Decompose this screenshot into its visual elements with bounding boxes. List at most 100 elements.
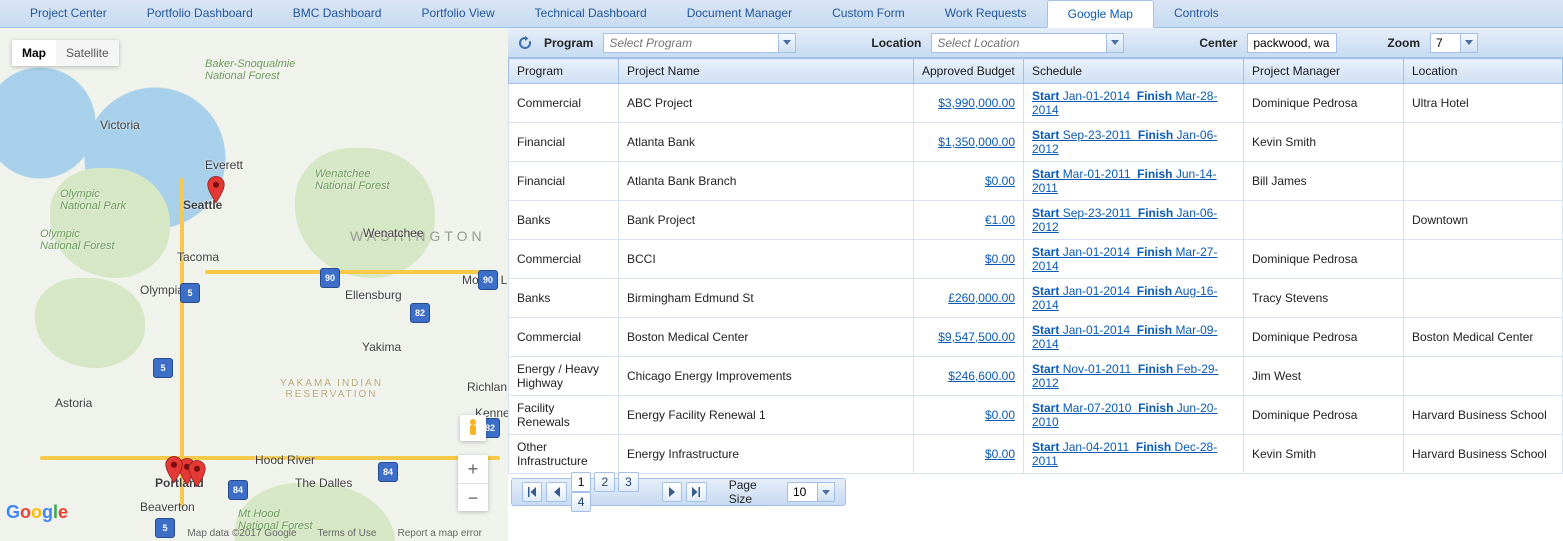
budget-link[interactable]: £260,000.00 (948, 291, 1015, 305)
pager-page-2[interactable]: 2 (594, 472, 615, 492)
budget-link[interactable]: $0.00 (985, 408, 1015, 422)
column-header[interactable]: Approved Budget (914, 59, 1024, 84)
table-row[interactable]: BanksBank Project €1.00 Start Sep-23-2011 … (509, 201, 1563, 240)
tab-google-map[interactable]: Google Map (1047, 0, 1154, 28)
cell-manager: Kevin Smith (1244, 123, 1404, 162)
zoom-select[interactable] (1430, 33, 1478, 53)
data-panel: Program Location Center Zoom Pro (508, 28, 1563, 541)
cell-manager: Dominique Pedrosa (1244, 84, 1404, 123)
map-canvas[interactable] (0, 28, 508, 541)
pager-next-button[interactable] (662, 482, 682, 502)
location-select[interactable] (931, 33, 1124, 53)
table-row[interactable]: Energy / Heavy HighwayChicago Energy Imp… (509, 357, 1563, 396)
cell-budget: $1,350,000.00 (914, 123, 1024, 162)
page-size-label: Page Size (729, 478, 779, 506)
tab-project-center[interactable]: Project Center (10, 0, 127, 27)
location-input[interactable] (931, 33, 1106, 53)
page-size-input[interactable] (787, 482, 817, 502)
schedule-link[interactable]: Start Mar-07-2010 Finish Jun-20-2010 (1032, 401, 1217, 429)
table-row[interactable]: FinancialAtlanta Bank$1,350,000.00Start … (509, 123, 1563, 162)
city-beaverton: Beaverton (140, 500, 195, 514)
pager-first-button[interactable] (522, 482, 542, 502)
schedule-link[interactable]: Start Nov-01-2011 Finish Feb-29-2012 (1032, 362, 1219, 390)
map-panel[interactable]: Map Satellite WASHINGTON Victoria Baker-… (0, 28, 508, 541)
budget-link[interactable]: $246,600.00 (948, 369, 1015, 383)
table-row[interactable]: Facility RenewalsEnergy Facility Renewal… (509, 396, 1563, 435)
table-row[interactable]: BanksBirmingham Edmund St£260,000.00Star… (509, 279, 1563, 318)
budget-link[interactable]: $0.00 (985, 252, 1015, 266)
tab-bmc-dashboard[interactable]: BMC Dashboard (273, 0, 402, 27)
budget-link[interactable]: €1.00 (985, 213, 1015, 227)
schedule-link[interactable]: Start Jan-01-2014 Finish Mar-27-2014 (1032, 245, 1217, 273)
schedule-link[interactable]: Start Mar-01-2011 Finish Jun-14-2011 (1032, 167, 1217, 195)
map-marker-icon[interactable] (207, 176, 225, 204)
page-size-select[interactable] (787, 482, 835, 502)
refresh-icon[interactable] (516, 34, 534, 52)
cell-schedule: Start Jan-01-2014 Finish Mar-27-2014 (1024, 240, 1244, 279)
budget-link[interactable]: $0.00 (985, 447, 1015, 461)
cell-program: Banks (509, 201, 619, 240)
tab-technical-dashboard[interactable]: Technical Dashboard (515, 0, 667, 27)
schedule-link[interactable]: Start Jan-01-2014 Finish Aug-16-2014 (1032, 284, 1217, 312)
zoom-in-button[interactable]: + (458, 455, 488, 483)
schedule-link[interactable]: Start Jan-04-2011 Finish Dec-28-2011 (1032, 440, 1217, 468)
zoom-input[interactable] (1430, 33, 1460, 53)
cell-schedule: Start Sep-23-2011 Finish Jan-06-2012 (1024, 201, 1244, 240)
map-marker-icon[interactable] (165, 456, 183, 484)
cell-program: Commercial (509, 84, 619, 123)
map-type-map[interactable]: Map (12, 40, 56, 66)
pager-page-1[interactable]: 1 (571, 472, 592, 492)
city-victoria: Victoria (100, 118, 140, 132)
column-header[interactable]: Program (509, 59, 619, 84)
column-header[interactable]: Project Name (619, 59, 914, 84)
schedule-link[interactable]: Start Jan-01-2014 Finish Mar-28-2014 (1032, 89, 1217, 117)
map-marker-icon[interactable] (188, 460, 206, 488)
budget-link[interactable]: $3,990,000.00 (938, 96, 1015, 110)
table-row[interactable]: Other InfrastructureEnergy Infrastructur… (509, 435, 1563, 474)
table-row[interactable]: CommercialBCCI$0.00Start Jan-01-2014 Fin… (509, 240, 1563, 279)
map-terms-link[interactable]: Terms of Use (317, 528, 376, 539)
tab-document-manager[interactable]: Document Manager (667, 0, 812, 27)
tab-portfolio-dashboard[interactable]: Portfolio Dashboard (127, 0, 273, 27)
schedule-link[interactable]: Start Jan-01-2014 Finish Mar-09-2014 (1032, 323, 1217, 351)
chevron-down-icon[interactable] (1106, 33, 1124, 53)
cell-program: Financial (509, 162, 619, 201)
pager-page-4[interactable]: 4 (571, 492, 592, 512)
program-select[interactable] (603, 33, 796, 53)
cell-program: Other Infrastructure (509, 435, 619, 474)
schedule-link[interactable]: Start Sep-23-2011 Finish Jan-06-2012 (1032, 206, 1217, 234)
tab-controls[interactable]: Controls (1154, 0, 1239, 27)
tab-portfolio-view[interactable]: Portfolio View (401, 0, 514, 27)
table-row[interactable]: CommercialBoston Medical Center$9,547,50… (509, 318, 1563, 357)
table-row[interactable]: CommercialABC Project$3,990,000.00Start … (509, 84, 1563, 123)
pegman-icon[interactable] (460, 415, 486, 441)
chevron-down-icon[interactable] (1460, 33, 1478, 53)
map-report-link[interactable]: Report a map error (398, 528, 482, 539)
pager-prev-button[interactable] (546, 482, 566, 502)
chevron-down-icon[interactable] (817, 482, 835, 502)
pager-page-3[interactable]: 3 (618, 472, 639, 492)
map-type-satellite[interactable]: Satellite (56, 40, 119, 66)
column-header[interactable]: Schedule (1024, 59, 1244, 84)
filter-toolbar: Program Location Center Zoom (508, 28, 1563, 58)
tab-work-requests[interactable]: Work Requests (925, 0, 1047, 27)
cell-program: Banks (509, 279, 619, 318)
column-header[interactable]: Project Manager (1244, 59, 1404, 84)
tab-custom-form[interactable]: Custom Form (812, 0, 925, 27)
zoom-out-button[interactable]: − (458, 483, 488, 511)
cell-schedule: Start Mar-07-2010 Finish Jun-20-2010 (1024, 396, 1244, 435)
pager-last-button[interactable] (686, 482, 706, 502)
cell-manager: Kevin Smith (1244, 435, 1404, 474)
column-header[interactable]: Location (1404, 59, 1563, 84)
cell-project: Bank Project (619, 201, 914, 240)
pager: 1234 Page Size (511, 478, 846, 506)
center-input[interactable] (1247, 33, 1337, 53)
city-wenatchee: Wenatchee (363, 226, 424, 240)
table-row[interactable]: FinancialAtlanta Bank Branch$0.00Start M… (509, 162, 1563, 201)
budget-link[interactable]: $0.00 (985, 174, 1015, 188)
budget-link[interactable]: $9,547,500.00 (938, 330, 1015, 344)
budget-link[interactable]: $1,350,000.00 (938, 135, 1015, 149)
chevron-down-icon[interactable] (778, 33, 796, 53)
schedule-link[interactable]: Start Sep-23-2011 Finish Jan-06-2012 (1032, 128, 1217, 156)
program-input[interactable] (603, 33, 778, 53)
